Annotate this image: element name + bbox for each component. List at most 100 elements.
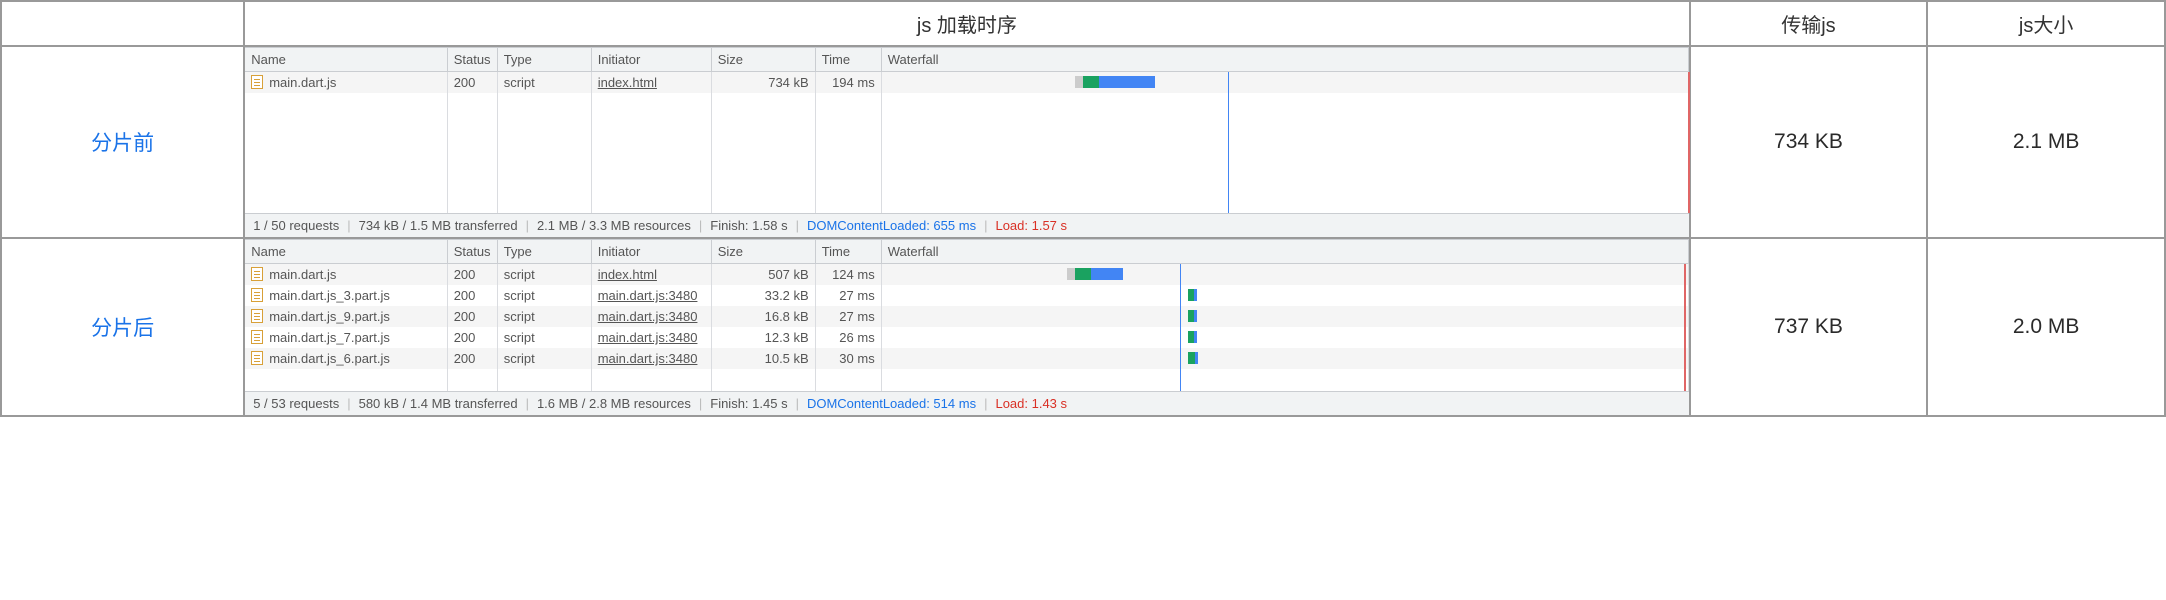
- cell-name[interactable]: main.dart.js_7.part.js: [245, 327, 447, 348]
- cell-size: 33.2 kB: [711, 285, 815, 306]
- cell-waterfall: [881, 72, 1688, 94]
- header-timeline: js 加载时序: [244, 1, 1689, 46]
- header-size: js大小: [1927, 1, 2165, 46]
- network-panel-cell: NameStatusTypeInitiatorSizeTimeWaterfall…: [244, 46, 1689, 238]
- cell-name[interactable]: main.dart.js: [245, 264, 447, 286]
- waterfall-bar: [1188, 310, 1197, 322]
- dcl-marker: [1228, 72, 1229, 93]
- initiator-link[interactable]: main.dart.js:3480: [598, 309, 698, 324]
- cell-type: script: [497, 306, 591, 327]
- row-label: 分片前: [1, 46, 244, 238]
- cell-initiator[interactable]: main.dart.js:3480: [591, 327, 711, 348]
- file-name: main.dart.js_7.part.js: [269, 330, 390, 345]
- load-marker: [1684, 285, 1686, 306]
- cell-status: 200: [447, 306, 497, 327]
- devtools-network-panel: NameStatusTypeInitiatorSizeTimeWaterfall…: [245, 47, 1688, 237]
- cell-initiator[interactable]: main.dart.js:3480: [591, 348, 711, 369]
- header-transfer: 传输js: [1690, 1, 1928, 46]
- cell-time: 194 ms: [815, 72, 881, 94]
- load-marker: [1688, 72, 1690, 93]
- time-header[interactable]: Time: [815, 240, 881, 264]
- cell-size: 12.3 kB: [711, 327, 815, 348]
- initiator-header[interactable]: Initiator: [591, 240, 711, 264]
- size-header[interactable]: Size: [711, 48, 815, 72]
- cell-size: 16.8 kB: [711, 306, 815, 327]
- cell-initiator[interactable]: index.html: [591, 72, 711, 94]
- cell-type: script: [497, 285, 591, 306]
- script-file-icon: [251, 267, 263, 281]
- network-table: NameStatusTypeInitiatorSizeTimeWaterfall…: [245, 47, 1688, 213]
- network-summary-bar: 1 / 50 requests|734 kB / 1.5 MB transfer…: [245, 213, 1688, 237]
- network-panel-cell: NameStatusTypeInitiatorSizeTimeWaterfall…: [244, 238, 1689, 416]
- empty-space: [245, 93, 1688, 213]
- waterfall-bar: [1188, 289, 1197, 301]
- network-row[interactable]: main.dart.js200scriptindex.html734 kB194…: [245, 72, 1688, 94]
- header-row: js 加载时序 传输js js大小: [1, 1, 2165, 46]
- dcl-marker: [1180, 327, 1181, 348]
- waterfall-header[interactable]: Waterfall: [881, 240, 1688, 264]
- cell-waterfall: [881, 264, 1688, 286]
- cell-name[interactable]: main.dart.js: [245, 72, 447, 94]
- initiator-link[interactable]: index.html: [598, 267, 657, 282]
- load-marker: [1684, 327, 1686, 348]
- summary-load: Load: 1.57 s: [995, 218, 1067, 233]
- cell-name[interactable]: main.dart.js_9.part.js: [245, 306, 447, 327]
- initiator-link[interactable]: index.html: [598, 75, 657, 90]
- summary-load: Load: 1.43 s: [995, 396, 1067, 411]
- file-name: main.dart.js_9.part.js: [269, 309, 390, 324]
- cell-status: 200: [447, 72, 497, 94]
- cell-name[interactable]: main.dart.js_3.part.js: [245, 285, 447, 306]
- name-header[interactable]: Name: [245, 240, 447, 264]
- cell-type: script: [497, 327, 591, 348]
- network-table: NameStatusTypeInitiatorSizeTimeWaterfall…: [245, 239, 1688, 391]
- summary-dcl: DOMContentLoaded: 514 ms: [807, 396, 976, 411]
- waterfall-bar: [1067, 268, 1123, 280]
- time-header[interactable]: Time: [815, 48, 881, 72]
- summary-transferred: 580 kB / 1.4 MB transferred: [359, 396, 518, 411]
- metric-size: 2.1 MB: [1927, 46, 2165, 238]
- network-row[interactable]: main.dart.js200scriptindex.html507 kB124…: [245, 264, 1688, 286]
- cell-waterfall: [881, 348, 1688, 369]
- initiator-link[interactable]: main.dart.js:3480: [598, 351, 698, 366]
- network-row[interactable]: main.dart.js_7.part.js200scriptmain.dart…: [245, 327, 1688, 348]
- load-marker: [1688, 93, 1690, 213]
- cell-size: 507 kB: [711, 264, 815, 286]
- initiator-link[interactable]: main.dart.js:3480: [598, 288, 698, 303]
- cell-status: 200: [447, 348, 497, 369]
- script-file-icon: [251, 309, 263, 323]
- devtools-network-panel: NameStatusTypeInitiatorSizeTimeWaterfall…: [245, 239, 1688, 415]
- dcl-marker: [1180, 306, 1181, 327]
- cell-time: 26 ms: [815, 327, 881, 348]
- cell-status: 200: [447, 264, 497, 286]
- cell-type: script: [497, 264, 591, 286]
- file-name: main.dart.js: [269, 267, 336, 282]
- waterfall-header[interactable]: Waterfall: [881, 48, 1688, 72]
- network-row[interactable]: main.dart.js_6.part.js200script main.dart…: [245, 348, 1688, 369]
- network-row[interactable]: main.dart.js_9.part.js 200script main.dart…: [245, 306, 1688, 327]
- cell-initiator[interactable]: main.dart.js:3480: [591, 285, 711, 306]
- name-header[interactable]: Name: [245, 48, 447, 72]
- status-header[interactable]: Status: [447, 48, 497, 72]
- summary-resources: 1.6 MB / 2.8 MB resources: [537, 396, 691, 411]
- cell-initiator[interactable]: main.dart.js:3480: [591, 306, 711, 327]
- dcl-marker: [1180, 285, 1181, 306]
- type-header[interactable]: Type: [497, 48, 591, 72]
- comparison-row: 分片前NameStatusTypeInitiatorSizeTimeWaterf…: [1, 46, 2165, 238]
- load-marker: [1684, 264, 1686, 285]
- initiator-link[interactable]: main.dart.js:3480: [598, 330, 698, 345]
- network-row[interactable]: main.dart.js_3.part.js200scriptmain.dart…: [245, 285, 1688, 306]
- cell-name[interactable]: main.dart.js_6.part.js: [245, 348, 447, 369]
- script-file-icon: [251, 351, 263, 365]
- size-header[interactable]: Size: [711, 240, 815, 264]
- row-label: 分片后: [1, 238, 244, 416]
- cell-type: script: [497, 348, 591, 369]
- header-empty: [1, 1, 244, 46]
- cell-size: 734 kB: [711, 72, 815, 94]
- initiator-header[interactable]: Initiator: [591, 48, 711, 72]
- cell-initiator[interactable]: index.html: [591, 264, 711, 286]
- waterfall-bar: [1188, 352, 1198, 364]
- load-marker: [1684, 369, 1686, 391]
- status-header[interactable]: Status: [447, 240, 497, 264]
- summary-requests: 5 / 53 requests: [253, 396, 339, 411]
- type-header[interactable]: Type: [497, 240, 591, 264]
